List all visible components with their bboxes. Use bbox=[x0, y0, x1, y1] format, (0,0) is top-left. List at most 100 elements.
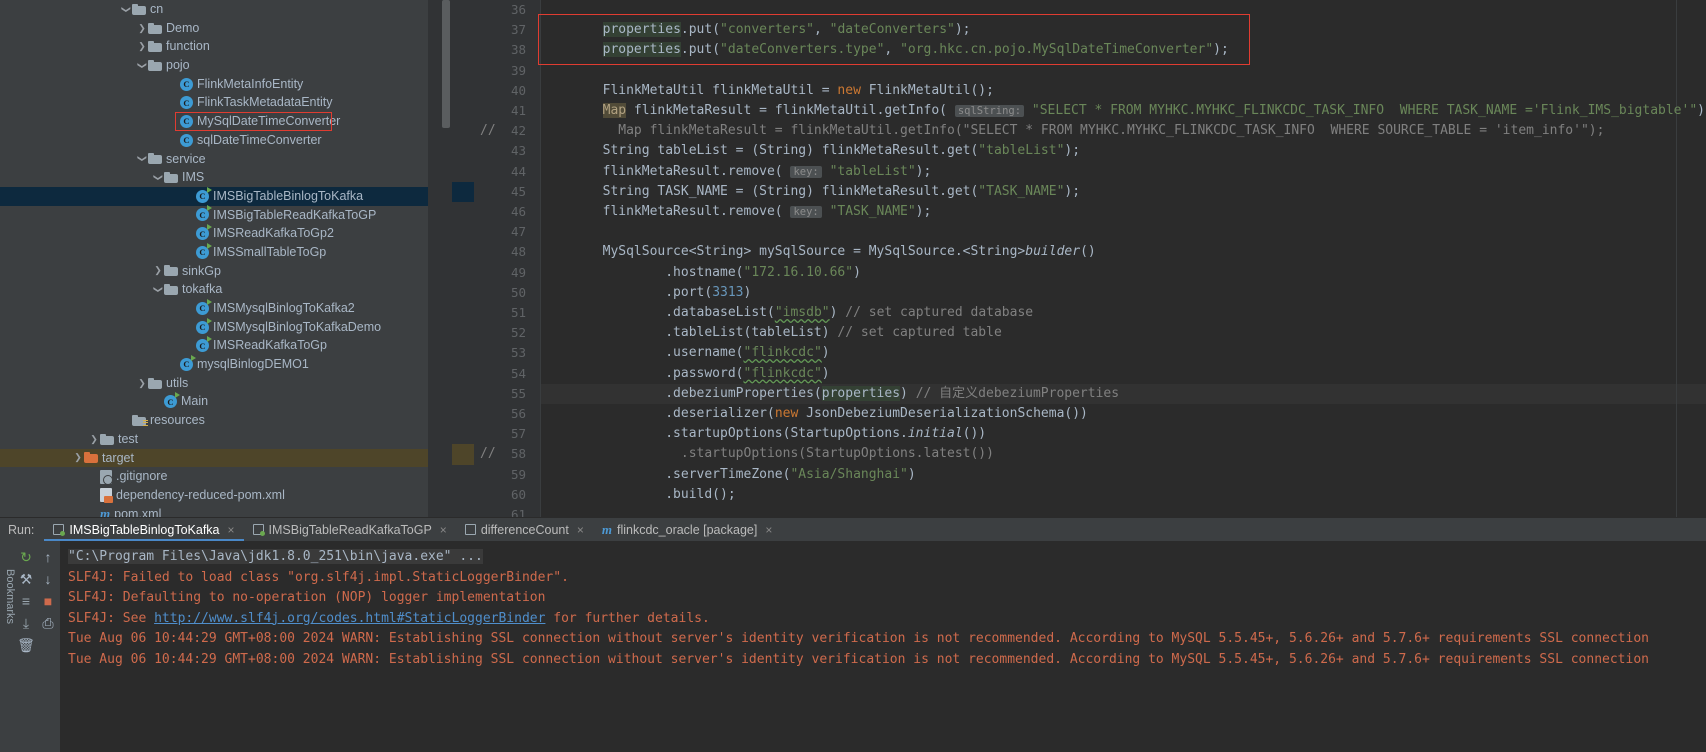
bookmarks-rail[interactable]: Bookmarks bbox=[0, 541, 16, 752]
run-tab-bar[interactable]: Run: IMSBigTableBinlogToKafka × IMSBigTabl… bbox=[0, 517, 1706, 542]
code-editor[interactable]: 36 37 properties.put("converters", "dateC… bbox=[428, 0, 1706, 517]
code-folding-strip[interactable] bbox=[526, 0, 540, 517]
run-tab-flinkcdc-oracle-package-[interactable]: m flinkcdc_oracle [package] × bbox=[593, 518, 782, 542]
chevron-right-icon[interactable] bbox=[72, 452, 84, 464]
code-line[interactable]: .tableList(tableList) // set captured ta… bbox=[540, 323, 1002, 343]
chevron-right-icon[interactable] bbox=[136, 377, 148, 389]
up-arrow-icon[interactable]: ↑ bbox=[39, 548, 57, 566]
code-line[interactable]: .hostname("172.16.10.66") bbox=[540, 263, 861, 283]
tree-item-pom-xml[interactable]: m pom.xml bbox=[0, 505, 428, 517]
tree-item--gitignore[interactable]: .gitignore bbox=[0, 467, 428, 486]
chevron-right-icon[interactable] bbox=[136, 22, 148, 34]
tree-item-sqldatetimeconverter[interactable]: CsqlDateTimeConverter bbox=[0, 131, 428, 150]
tree-item-dependency-reduced-pom-xml[interactable]: dependency-reduced-pom.xml bbox=[0, 486, 428, 505]
tree-item-mysqldatetimeconverter[interactable]: C MySqlDateTimeConverter bbox=[0, 112, 428, 131]
run-tab-imsbigtablereadkafkatogp[interactable]: IMSBigTableReadKafkaToGP × bbox=[244, 518, 456, 542]
close-icon[interactable]: × bbox=[577, 523, 584, 537]
soft-wrap-icon[interactable]: ≡ bbox=[17, 592, 35, 610]
tree-item-label: IMSReadKafkaToGp bbox=[213, 338, 327, 353]
code-token: properties bbox=[821, 385, 901, 401]
code-line[interactable]: FlinkMetaUtil flinkMetaUtil = new FlinkM… bbox=[540, 81, 994, 101]
run-tab-imsbigtablebinlogtokafka[interactable]: IMSBigTableBinlogToKafka × bbox=[44, 518, 244, 542]
tree-item-function[interactable]: function bbox=[0, 37, 428, 56]
code-line[interactable]: .startupOptions(StartupOptions.initial()… bbox=[540, 424, 986, 444]
folder-icon bbox=[148, 41, 162, 53]
code-lines-container[interactable]: 36 37 properties.put("converters", "dateC… bbox=[480, 0, 1706, 517]
tree-item-imsmysqlbinlogtokafka2[interactable]: C IMSMysqlBinlogToKafka2 bbox=[0, 298, 428, 318]
run-tab-differencecount[interactable]: differenceCount × bbox=[456, 518, 593, 542]
close-icon[interactable]: × bbox=[228, 523, 235, 537]
tree-item-flinktaskmetadataentity[interactable]: C FlinkTaskMetadataEntity bbox=[0, 93, 428, 112]
console-link[interactable]: http://www.slf4j.org/codes.html#StaticLo… bbox=[154, 611, 545, 626]
tree-item-imsreadkafkatogp[interactable]: C IMSReadKafkaToGp bbox=[0, 336, 428, 355]
tree-item-imsbigtablereadkafkatogp[interactable]: C IMSBigTableReadKafkaToGP bbox=[0, 205, 428, 225]
tree-item-utils[interactable]: utils bbox=[0, 374, 428, 393]
tree-item-pojo[interactable]: pojo bbox=[0, 56, 428, 75]
rerun-icon[interactable]: ↻ bbox=[17, 548, 35, 566]
run-toolbar[interactable]: ↻ ↑ ⚒ ↓ ≡ ■ ⤓ ⎙ 🗑 bbox=[16, 541, 60, 752]
chevron-right-icon[interactable] bbox=[88, 433, 100, 445]
code-line[interactable]: String tableList = (String) flinkMetaRes… bbox=[540, 141, 1080, 161]
stop-icon[interactable]: ■ bbox=[39, 592, 57, 610]
folder-icon bbox=[164, 172, 178, 184]
chevron-down-icon[interactable] bbox=[136, 59, 148, 71]
run-tab-label: differenceCount bbox=[480, 522, 569, 537]
settings-wrench-icon[interactable]: ⚒ bbox=[17, 570, 35, 588]
tree-item-mysqlbinlogdemo1[interactable]: CmysqlBinlogDEMO1 bbox=[0, 354, 428, 374]
down-arrow-icon[interactable]: ↓ bbox=[39, 570, 57, 588]
tree-item-imssmalltabletogp[interactable]: C IMSSmallTableToGp bbox=[0, 242, 428, 262]
tree-item-flinkmetainfoentity[interactable]: C FlinkMetaInfoEntity bbox=[0, 75, 428, 94]
clear-all-icon[interactable]: 🗑 bbox=[17, 636, 35, 654]
tree-item-ims[interactable]: IMS bbox=[0, 168, 428, 187]
folder-icon bbox=[132, 3, 146, 15]
tree-item-test[interactable]: test bbox=[0, 430, 428, 449]
code-line[interactable]: MySqlSource<String> mySqlSource = MySqlS… bbox=[540, 242, 1096, 262]
tree-item-sinkgp[interactable]: sinkGp bbox=[0, 262, 428, 281]
code-line[interactable]: Map flinkMetaResult = flinkMetaUtil.getI… bbox=[540, 121, 1604, 141]
code-line[interactable]: flinkMetaResult.remove( key: "tableList"… bbox=[540, 162, 932, 182]
tree-item-imsmysqlbinlogtokafkademo[interactable]: C IMSMysqlBinlogToKafkaDemo bbox=[0, 317, 428, 337]
code-line[interactable]: Map flinkMetaResult = flinkMetaUtil.getI… bbox=[540, 101, 1706, 121]
folder-icon bbox=[148, 377, 162, 389]
run-tool-window: Run: IMSBigTableBinlogToKafka × IMSBigTabl… bbox=[0, 517, 1706, 752]
code-token: flinkMetaResult = flinkMetaUtil.getInfo( bbox=[626, 103, 955, 118]
code-line[interactable]: .port(3313) bbox=[540, 283, 751, 303]
chevron-right-icon[interactable] bbox=[136, 41, 148, 53]
ide-window: cnDemofunctionpojoCFlinkMetaInfoEntityCF… bbox=[0, 0, 1706, 752]
code-line[interactable]: .debeziumProperties(properties) // 自定义de… bbox=[540, 384, 1119, 404]
chevron-right-icon[interactable] bbox=[152, 265, 164, 277]
code-line[interactable]: .deserializer(new JsonDebeziumDeserializ… bbox=[540, 404, 1088, 424]
print-icon[interactable]: ⎙ bbox=[39, 614, 57, 632]
code-line[interactable]: flinkMetaResult.remove( key: "TASK_NAME"… bbox=[540, 202, 932, 222]
code-line[interactable]: .username("flinkcdc") bbox=[540, 343, 829, 363]
tree-item-tokafka[interactable]: tokafka bbox=[0, 280, 428, 299]
code-token: "tableList" bbox=[829, 163, 916, 179]
code-line[interactable]: String TASK_NAME = (String) flinkMetaRes… bbox=[540, 182, 1080, 202]
close-icon[interactable]: × bbox=[440, 523, 447, 537]
chevron-down-icon[interactable] bbox=[152, 172, 164, 184]
code-line[interactable]: properties.put("dateConverters.type", "o… bbox=[540, 40, 1229, 60]
code-line[interactable]: .startupOptions(StartupOptions.latest()) bbox=[540, 444, 994, 464]
scroll-end-icon[interactable]: ⤓ bbox=[17, 614, 35, 632]
chevron-down-icon[interactable] bbox=[136, 153, 148, 165]
tree-item-cn[interactable]: cn bbox=[0, 0, 428, 19]
code-line[interactable]: .serverTimeZone("Asia/Shanghai") bbox=[540, 465, 915, 485]
tree-item-main[interactable]: C Main bbox=[0, 392, 428, 411]
code-token: key: bbox=[790, 165, 822, 178]
close-icon[interactable]: × bbox=[765, 523, 772, 537]
line-number: 57 bbox=[510, 426, 526, 442]
tree-item-resources[interactable]: resources bbox=[0, 411, 428, 430]
chevron-down-icon[interactable] bbox=[152, 284, 164, 296]
tree-item-target[interactable]: target bbox=[0, 448, 428, 468]
code-line[interactable]: .password("flinkcdc") bbox=[540, 364, 829, 384]
code-line[interactable]: properties.put("converters", "dateConver… bbox=[540, 20, 971, 40]
tree-item-imsreadkafkatogp2[interactable]: C IMSReadKafkaToGp2 bbox=[0, 224, 428, 243]
project-tree-panel[interactable]: cnDemofunctionpojoCFlinkMetaInfoEntityCF… bbox=[0, 0, 428, 517]
tree-item-service[interactable]: service bbox=[0, 150, 428, 169]
console-output[interactable]: "C:\Program Files\Java\jdk1.8.0_251\bin\… bbox=[60, 541, 1706, 752]
tree-item-demo[interactable]: Demo bbox=[0, 19, 428, 38]
chevron-down-icon[interactable] bbox=[120, 3, 132, 15]
code-line[interactable]: .databaseList("imsdb") // set captured d… bbox=[540, 303, 1033, 323]
tree-item-imsbigtablebinlogtokafka[interactable]: C IMSBigTableBinlogToKafka bbox=[0, 186, 428, 206]
code-line[interactable]: .build(); bbox=[540, 485, 735, 505]
